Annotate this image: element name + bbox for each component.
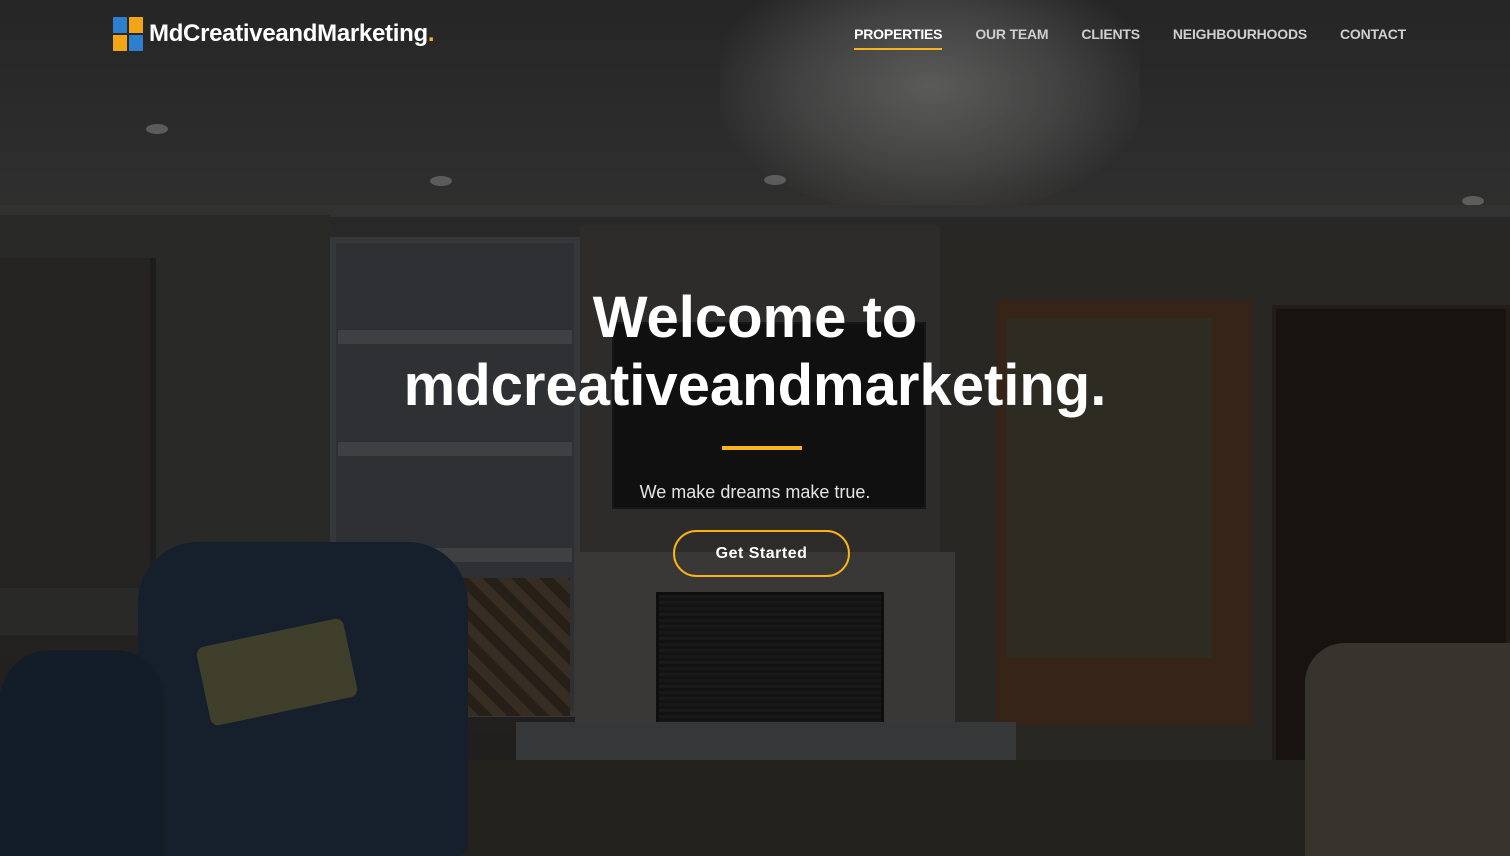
hero-title-line-1: Welcome to <box>592 285 918 350</box>
hero-section: Welcome to mdcreativeandmarketing. We ma… <box>0 0 1510 856</box>
hero-divider <box>722 446 802 450</box>
get-started-button[interactable]: Get Started <box>673 530 850 577</box>
hero-title: Welcome to mdcreativeandmarketing. <box>0 284 1510 420</box>
hero-title-line-2: mdcreativeandmarketing. <box>403 353 1107 418</box>
hero-subtitle: We make dreams make true. <box>639 482 871 502</box>
